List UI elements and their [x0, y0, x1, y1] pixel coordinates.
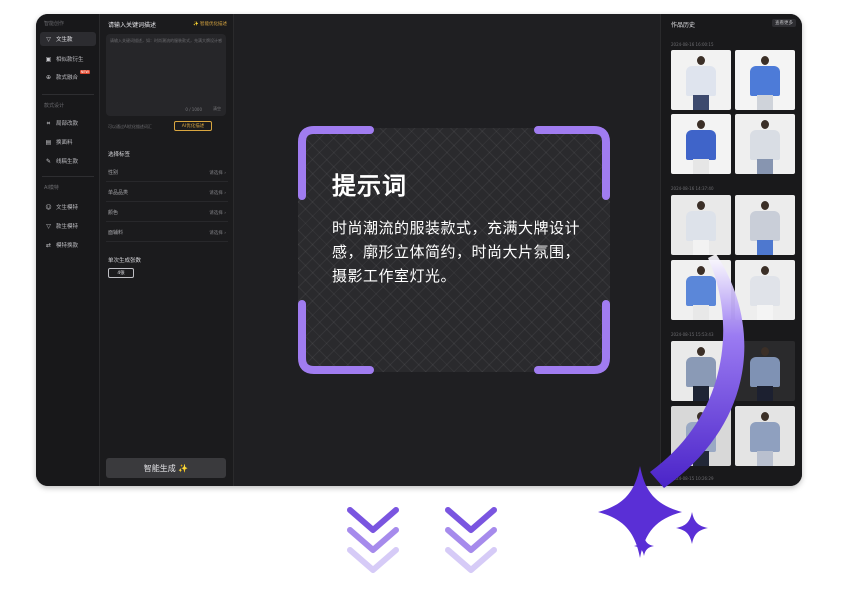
edit-icon: ⌗: [46, 119, 51, 127]
copy-icon: ▣: [45, 55, 52, 63]
history-date: 2024-08-16 14:37:40: [671, 186, 714, 191]
tag-row-fabric[interactable]: 面辅料 请选择 ›: [106, 224, 228, 242]
card-title: 提示词: [332, 172, 407, 200]
prompt-textarea[interactable]: 请输入关键词描述，如：时尚潮流的服装款式，充满大牌设计感 0 / 1000 清空: [106, 34, 226, 116]
chevrons-down: [347, 507, 497, 573]
nav-divider: [42, 94, 94, 95]
nav-item-style-model[interactable]: ▽ 款生模特: [40, 219, 96, 233]
chevron-down-icon: [347, 547, 399, 573]
history-title: 作品历史: [671, 22, 696, 29]
nav-group-label: AI模特: [44, 185, 59, 191]
chevron-down-icon: [445, 507, 497, 533]
view-more-button[interactable]: 查看更多: [772, 19, 796, 27]
prompt-placeholder: 请输入关键词描述，如：时尚潮流的服装款式，充满大牌设计感: [110, 38, 222, 43]
left-nav: 智能创作 ▽ 文生款 ▣ 相似款衍生 ⊕ 款式融合 NEW 款式设计 ⌗ 局部改款 ▤ 换…: [36, 14, 100, 486]
history-thumbnail[interactable]: [671, 260, 731, 320]
card-text: 时尚潮流的服装款式，充满大牌设计感，廓形立体简约，时尚大片氛围，摄影工作室灯光。: [332, 219, 581, 285]
history-thumbnail[interactable]: [671, 114, 731, 174]
chevron-down-icon: [445, 527, 497, 553]
nav-item-similar[interactable]: ▣ 相似款衍生: [40, 52, 96, 66]
chevron-down-icon: [445, 547, 497, 573]
history-thumbnail[interactable]: [671, 195, 731, 255]
nav-item-fabric[interactable]: ▤ 换面料: [40, 135, 96, 149]
prompt-card: 提示词 时尚潮流的服装款式，充满大牌设计感，廓形立体简约，时尚大片氛围，摄影工作…: [298, 128, 610, 372]
swap-icon: ⇄: [45, 241, 52, 249]
shirt-icon: ▽: [46, 35, 51, 43]
tags-section-title: 选择标签: [108, 152, 131, 158]
history-thumbnail[interactable]: [671, 50, 731, 110]
history-thumbnail[interactable]: [735, 114, 795, 174]
history-thumbnail[interactable]: [735, 260, 795, 320]
hint-text: 可以通过AI优化描述词汇: [108, 124, 152, 129]
chevron-down-icon: [347, 527, 399, 553]
history-panel: 作品历史 查看更多 2024-08-16 16:00:15 2024-08-16…: [660, 14, 802, 486]
sparkle-small-star-icon: [676, 512, 708, 544]
person-icon: ☺: [45, 203, 52, 211]
history-thumbnail[interactable]: [671, 406, 731, 466]
clear-button[interactable]: 清空: [213, 106, 221, 112]
history-thumbnail[interactable]: [735, 406, 795, 466]
merge-icon: ⊕: [45, 73, 52, 81]
tag-row-category[interactable]: 单品品类 请选择 ›: [106, 184, 228, 202]
prompt-title: 请输入关键词描述: [108, 22, 157, 29]
history-thumbnail[interactable]: [735, 195, 795, 255]
nav-divider: [42, 176, 94, 177]
nav-item-partial-edit[interactable]: ⌗ 局部改款: [40, 116, 96, 130]
nav-group-label: 款式设计: [44, 103, 65, 109]
chevron-down-icon: [347, 507, 399, 533]
history-thumbnail[interactable]: [735, 50, 795, 110]
smart-optimize-link[interactable]: ✨ 智能优化描述: [193, 21, 227, 27]
model-icon: ▽: [46, 222, 51, 230]
nav-item-text-to-style[interactable]: ▽ 文生款: [40, 32, 96, 46]
history-thumbnail[interactable]: [735, 341, 795, 401]
history-date: 2024-08-16 16:00:15: [671, 42, 714, 47]
stage: 智能创作 ▽ 文生款 ▣ 相似款衍生 ⊕ 款式融合 NEW 款式设计 ⌗ 局部改款 ▤ 换…: [0, 0, 848, 600]
char-count: 0 / 1000: [185, 107, 202, 112]
history-date: 2024-08-15 15:53:43: [671, 332, 714, 337]
ai-optimize-button[interactable]: AI优化描述: [174, 121, 212, 131]
param-panel: 请输入关键词描述 ✨ 智能优化描述 请输入关键词描述，如：时尚潮流的服装款式，充…: [100, 14, 234, 486]
nav-item-swap[interactable]: ⇄ 模特换款: [40, 238, 96, 252]
nav-item-merge[interactable]: ⊕ 款式融合 NEW: [40, 70, 96, 84]
sparkle-tiny-star-icon: [634, 536, 654, 556]
tag-row-gender[interactable]: 性别 请选择 ›: [106, 164, 228, 182]
nav-item-sketch[interactable]: ✎ 线稿生款: [40, 154, 96, 168]
count-section-title: 单次生成张数: [108, 258, 142, 264]
history-thumbnail[interactable]: [671, 341, 731, 401]
sketch-icon: ✎: [45, 157, 52, 165]
count-chip[interactable]: 4张: [108, 268, 134, 278]
new-badge: NEW: [79, 70, 90, 74]
nav-item-text-model[interactable]: ☺ 文生模特: [40, 200, 96, 214]
fabric-icon: ▤: [45, 138, 52, 146]
nav-group-label: 智能创作: [44, 21, 65, 27]
generate-button[interactable]: 智能生成 ✨: [106, 458, 226, 478]
history-date: 2024-08-15 10:26:29: [671, 476, 714, 481]
tag-row-color[interactable]: 颜色 请选择 ›: [106, 204, 228, 222]
